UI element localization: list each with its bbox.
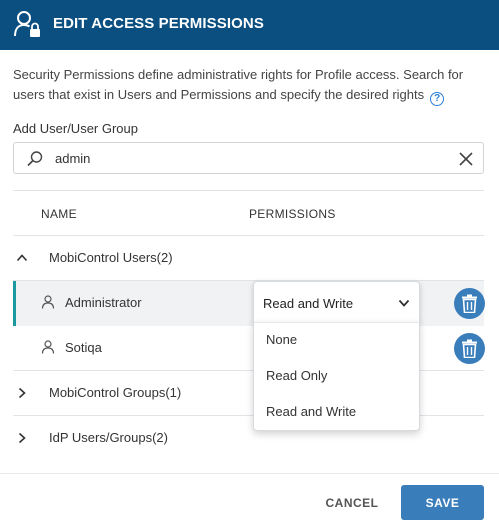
column-header-permissions: PERMISSIONS (249, 207, 336, 221)
cancel-button[interactable]: CANCEL (315, 486, 389, 519)
group-label: MobiControl Groups(1) (49, 385, 182, 400)
group-row-mobicontrol-users[interactable]: MobiControl Users(2) (13, 236, 484, 281)
clear-icon[interactable] (457, 150, 475, 168)
permission-dropdown[interactable]: Read and Write (253, 281, 420, 323)
save-button[interactable]: SAVE (401, 485, 484, 520)
permission-selected-value: Read and Write (263, 296, 354, 311)
divider (13, 190, 484, 191)
dropdown-option-read-only[interactable]: Read Only (254, 359, 419, 395)
option-label: Read Only (266, 368, 328, 383)
option-label: None (266, 332, 298, 347)
user-icon (41, 295, 55, 309)
description-body: Security Permissions define administrati… (13, 67, 464, 102)
chevron-right-icon[interactable] (16, 432, 28, 444)
dialog-title: EDIT ACCESS PERMISSIONS (53, 15, 264, 32)
chevron-right-icon[interactable] (16, 387, 28, 399)
user-icon (41, 340, 55, 354)
dialog-header: EDIT ACCESS PERMISSIONS (0, 0, 499, 50)
user-lock-icon (14, 11, 40, 37)
chevron-up-icon[interactable] (16, 252, 28, 264)
help-icon[interactable]: ? (430, 92, 445, 106)
delete-button[interactable] (454, 333, 485, 364)
chevron-down-icon[interactable] (398, 297, 410, 309)
trash-icon (462, 339, 477, 358)
delete-button[interactable] (454, 288, 485, 319)
group-label: IdP Users/Groups(2) (49, 430, 168, 445)
trash-icon (462, 294, 477, 313)
search-value[interactable]: admin (55, 151, 90, 166)
user-name: Administrator (65, 295, 142, 310)
dropdown-option-read-and-write[interactable]: Read and Write (254, 395, 419, 431)
footer-divider (0, 473, 499, 474)
description-text: Security Permissions define administrati… (13, 65, 483, 106)
group-label: MobiControl Users(2) (49, 250, 173, 265)
search-icon (27, 151, 43, 167)
option-label: Read and Write (266, 404, 357, 419)
search-input[interactable]: admin (13, 142, 484, 174)
dropdown-option-none[interactable]: None (254, 323, 419, 359)
column-header-name: NAME (41, 207, 77, 221)
add-user-label: Add User/User Group (13, 121, 138, 136)
permission-dropdown-menu: None Read Only Read and Write (253, 322, 420, 431)
user-name: Sotiqa (65, 340, 102, 355)
selection-indicator (13, 281, 16, 326)
